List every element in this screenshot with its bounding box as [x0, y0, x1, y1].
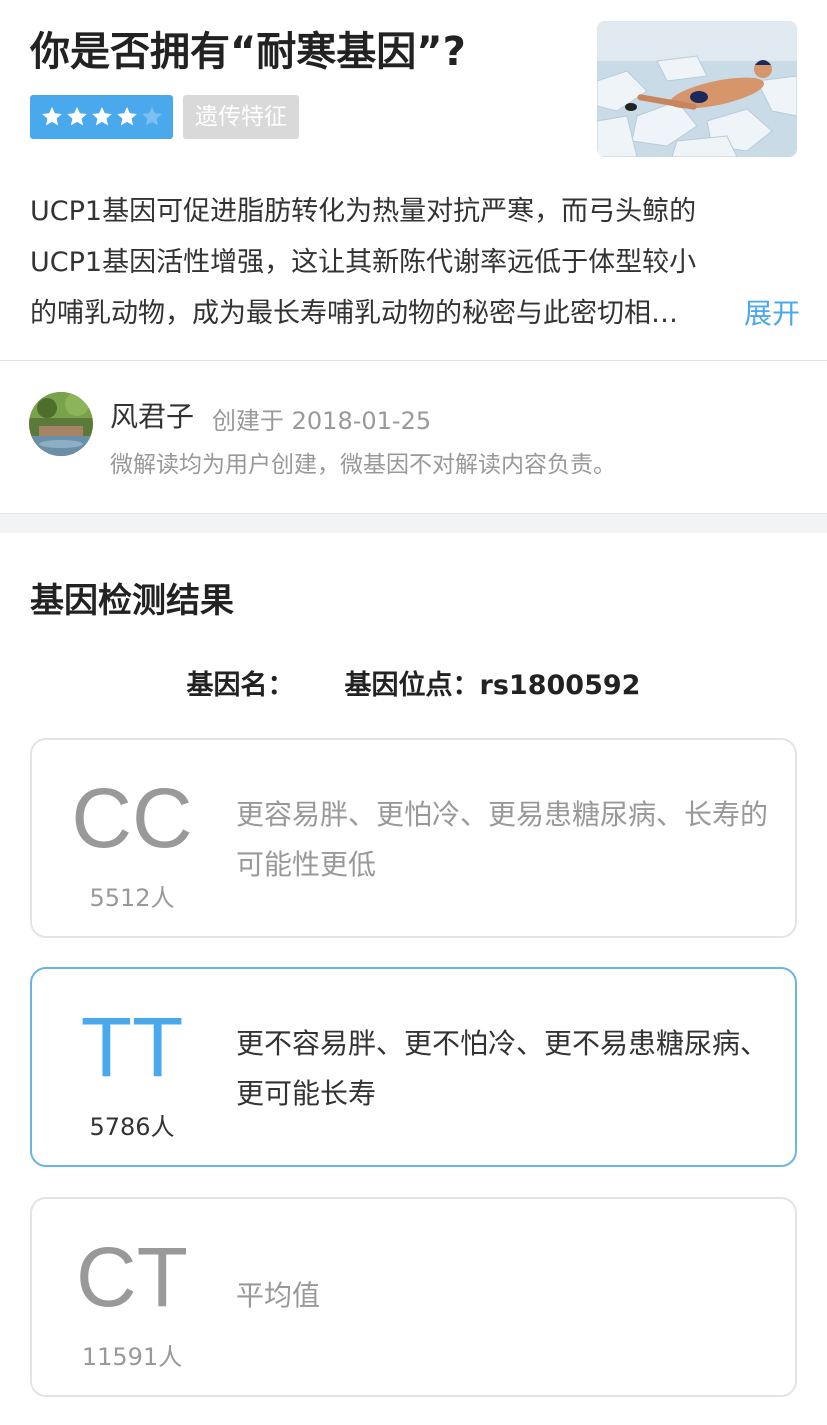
divider [0, 360, 827, 361]
gene-site-label: 基因位点： [344, 670, 480, 701]
star-filled-icon [42, 107, 62, 126]
star-filled-icon [117, 107, 137, 126]
section-separator [0, 513, 827, 533]
expand-link[interactable]: 展开 [731, 288, 800, 339]
gene-site-value: rs1800592 [479, 670, 641, 701]
page: 你是否拥有“耐寒基因”? 遗传特征 UCP1基因可促进脂肪转化为热量对抗严寒，而… [0, 0, 827, 1425]
genotype-label: TT [80, 1000, 184, 1094]
genotype-count: 5512人 [89, 884, 175, 912]
created-label: 创建于 [212, 407, 284, 435]
created-date: 2018-01-25 [291, 407, 432, 435]
genotype-effect: 更不容易胖、更不怕冷、更不易患糖尿病、更可能长寿 [236, 1027, 769, 1110]
gene-name-label: 基因名： [186, 670, 295, 701]
genotype-label: CC [71, 771, 193, 865]
category-tag[interactable]: 遗传特征 [183, 95, 299, 139]
genotype-effect: 更容易胖、更怕冷、更易患糖尿病、长寿的可能性更低 [236, 798, 769, 881]
genotype-card-tt[interactable]: TT 5786人 更不容易胖、更不怕冷、更不易患糖尿病、更可能长寿 [30, 967, 797, 1167]
section-title: 基因检测结果 [30, 581, 234, 621]
genotype-effect: 平均值 [236, 1279, 321, 1312]
author-avatar[interactable] [29, 392, 93, 456]
cover-image [597, 21, 797, 157]
gene-info-row: 基因名： 基因位点：rs1800592 [0, 666, 827, 706]
star-empty-icon [142, 107, 162, 126]
author-name[interactable]: 风君子 [110, 398, 194, 436]
page-title: 你是否拥有“耐寒基因”? [30, 29, 466, 75]
rating-badge [30, 95, 173, 139]
genotype-card-ct[interactable]: CT 11591人 平均值 [30, 1197, 797, 1397]
description-text: UCP1基因可促进脂肪转化为热量对抗严寒，而弓头鲸的UCP1基因活性增强，这让其… [30, 196, 697, 329]
created-info: 创建于 2018-01-25 [212, 404, 431, 438]
genotype-label: CT [76, 1230, 188, 1324]
disclaimer: 微解读均为用户创建，微基因不对解读内容负责。 [110, 452, 616, 478]
genotype-count: 5786人 [89, 1113, 175, 1141]
description: UCP1基因可促进脂肪转化为热量对抗严寒，而弓头鲸的UCP1基因活性增强，这让其… [30, 186, 800, 339]
star-filled-icon [92, 107, 112, 126]
badge-row: 遗传特征 [30, 95, 299, 139]
star-filled-icon [67, 107, 87, 126]
genotype-count: 11591人 [81, 1343, 183, 1371]
genotype-card-cc[interactable]: CC 5512人 更容易胖、更怕冷、更易患糖尿病、长寿的可能性更低 [30, 738, 797, 938]
